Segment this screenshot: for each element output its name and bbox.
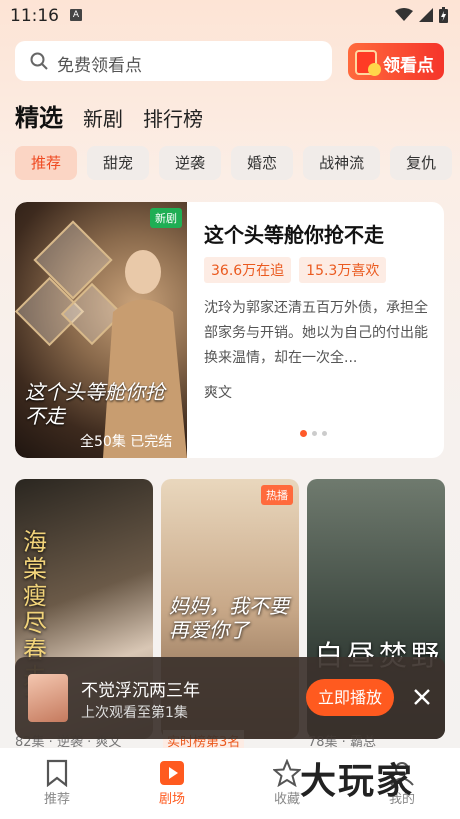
status-bar: 11:16 A	[0, 0, 460, 32]
chip-sweet-romance[interactable]: 甜宠	[87, 146, 150, 180]
chip-comeback[interactable]: 逆袭	[159, 146, 222, 180]
category-chips: 推荐 甜宠 逆袭 婚恋 战神流 复仇	[15, 146, 453, 180]
chip-recommended[interactable]: 推荐	[15, 146, 78, 180]
search-bar[interactable]: 免费领看点	[15, 41, 332, 81]
chip-marriage[interactable]: 婚恋	[231, 146, 294, 180]
tab-new-dramas[interactable]: 新剧	[83, 103, 123, 132]
nav-theater[interactable]: 剧场	[132, 758, 212, 807]
claim-points-label: 领看点	[383, 56, 434, 76]
close-icon[interactable]	[410, 685, 434, 709]
status-time: 11:16	[10, 6, 59, 26]
search-placeholder[interactable]: 免费领看点	[57, 51, 142, 76]
wifi-icon	[395, 8, 413, 21]
history-thumbnail	[28, 674, 68, 722]
nav-label: 剧场	[158, 792, 185, 807]
episode-status: 全50集 已完结	[80, 434, 173, 450]
play-now-button[interactable]: 立即播放	[306, 679, 394, 716]
tab-featured[interactable]: 精选	[15, 98, 63, 133]
chip-war-god[interactable]: 战神流	[303, 146, 381, 180]
battery-icon	[439, 7, 448, 23]
notification-a-icon: A	[70, 9, 82, 21]
new-badge: 新剧	[150, 208, 182, 228]
nav-recommend[interactable]: 推荐	[17, 758, 97, 807]
top-tabs: 精选 新剧 排行榜	[15, 98, 223, 133]
featured-stats: 36.6万在追 15.3万喜欢	[204, 257, 387, 283]
coin-icon	[368, 63, 381, 76]
play-square-icon	[160, 761, 184, 785]
continue-watching-bar[interactable]: 不觉浮沉两三年 上次观看至第1集 立即播放	[15, 657, 445, 739]
bookmark-icon	[46, 759, 68, 787]
featured-genre: 爽文	[204, 385, 232, 401]
nav-label: 收藏	[273, 792, 300, 807]
featured-title[interactable]: 这个头等舱你抢不走	[204, 219, 384, 248]
chip-revenge[interactable]: 复仇	[390, 146, 453, 180]
likes-tag: 15.3万喜欢	[299, 257, 387, 283]
claim-points-button[interactable]: 领看点	[348, 43, 444, 80]
nav-label: 推荐	[43, 792, 70, 807]
history-title: 不觉浮沉两三年	[81, 681, 200, 701]
carousel-dot-active[interactable]	[300, 430, 307, 437]
history-progress: 上次观看至第1集	[81, 705, 188, 721]
drama-poster-title: 妈妈，我不要再爱你了	[169, 594, 289, 642]
carousel-dots	[300, 430, 327, 437]
followers-tag: 36.6万在追	[204, 257, 292, 283]
tab-rankings[interactable]: 排行榜	[143, 103, 203, 132]
hot-badge: 热播	[261, 485, 293, 505]
carousel-dot[interactable]	[322, 431, 327, 436]
signal-icon	[419, 8, 433, 22]
featured-description: 沈玲为郭家还清五百万外债，承担全部家务与开销。她以为自己的付出能换来温情，却在一…	[204, 300, 428, 366]
featured-poster[interactable]: 新剧 这个头等舱你抢不走 全50集 已完结	[15, 202, 187, 458]
star-icon	[273, 759, 301, 787]
poster-title-art: 这个头等舱你抢不走	[25, 380, 165, 428]
watermark: 大玩家	[300, 761, 415, 802]
carousel-dot[interactable]	[312, 431, 317, 436]
search-icon	[30, 52, 48, 70]
